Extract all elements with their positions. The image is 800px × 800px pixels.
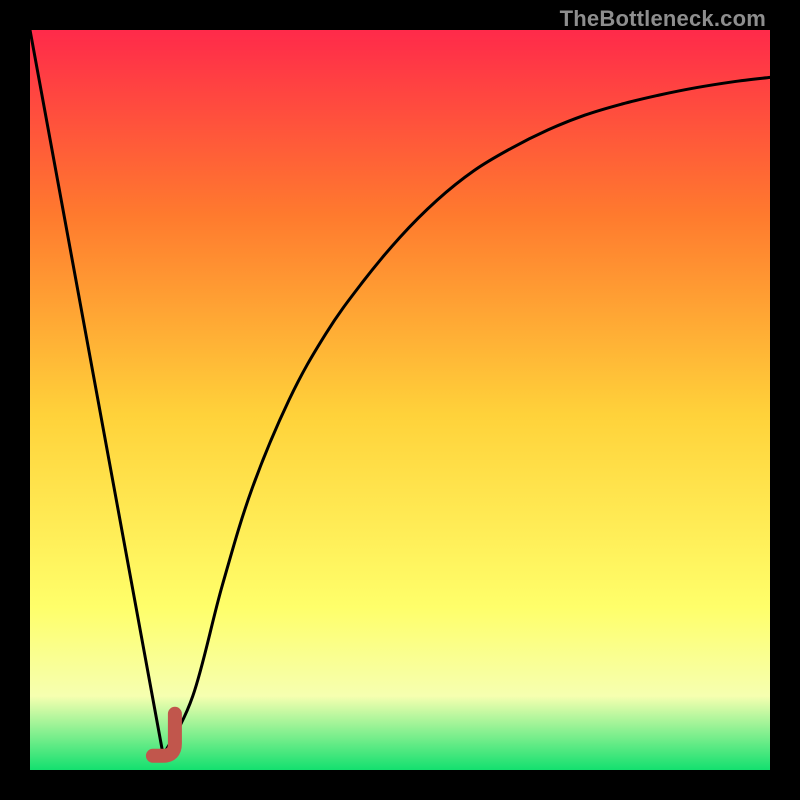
curve-left xyxy=(30,30,163,755)
watermark-text: TheBottleneck.com xyxy=(560,6,766,32)
chart-frame: TheBottleneck.com xyxy=(0,0,800,800)
chart-svg xyxy=(30,30,770,770)
curve-right xyxy=(163,77,770,755)
